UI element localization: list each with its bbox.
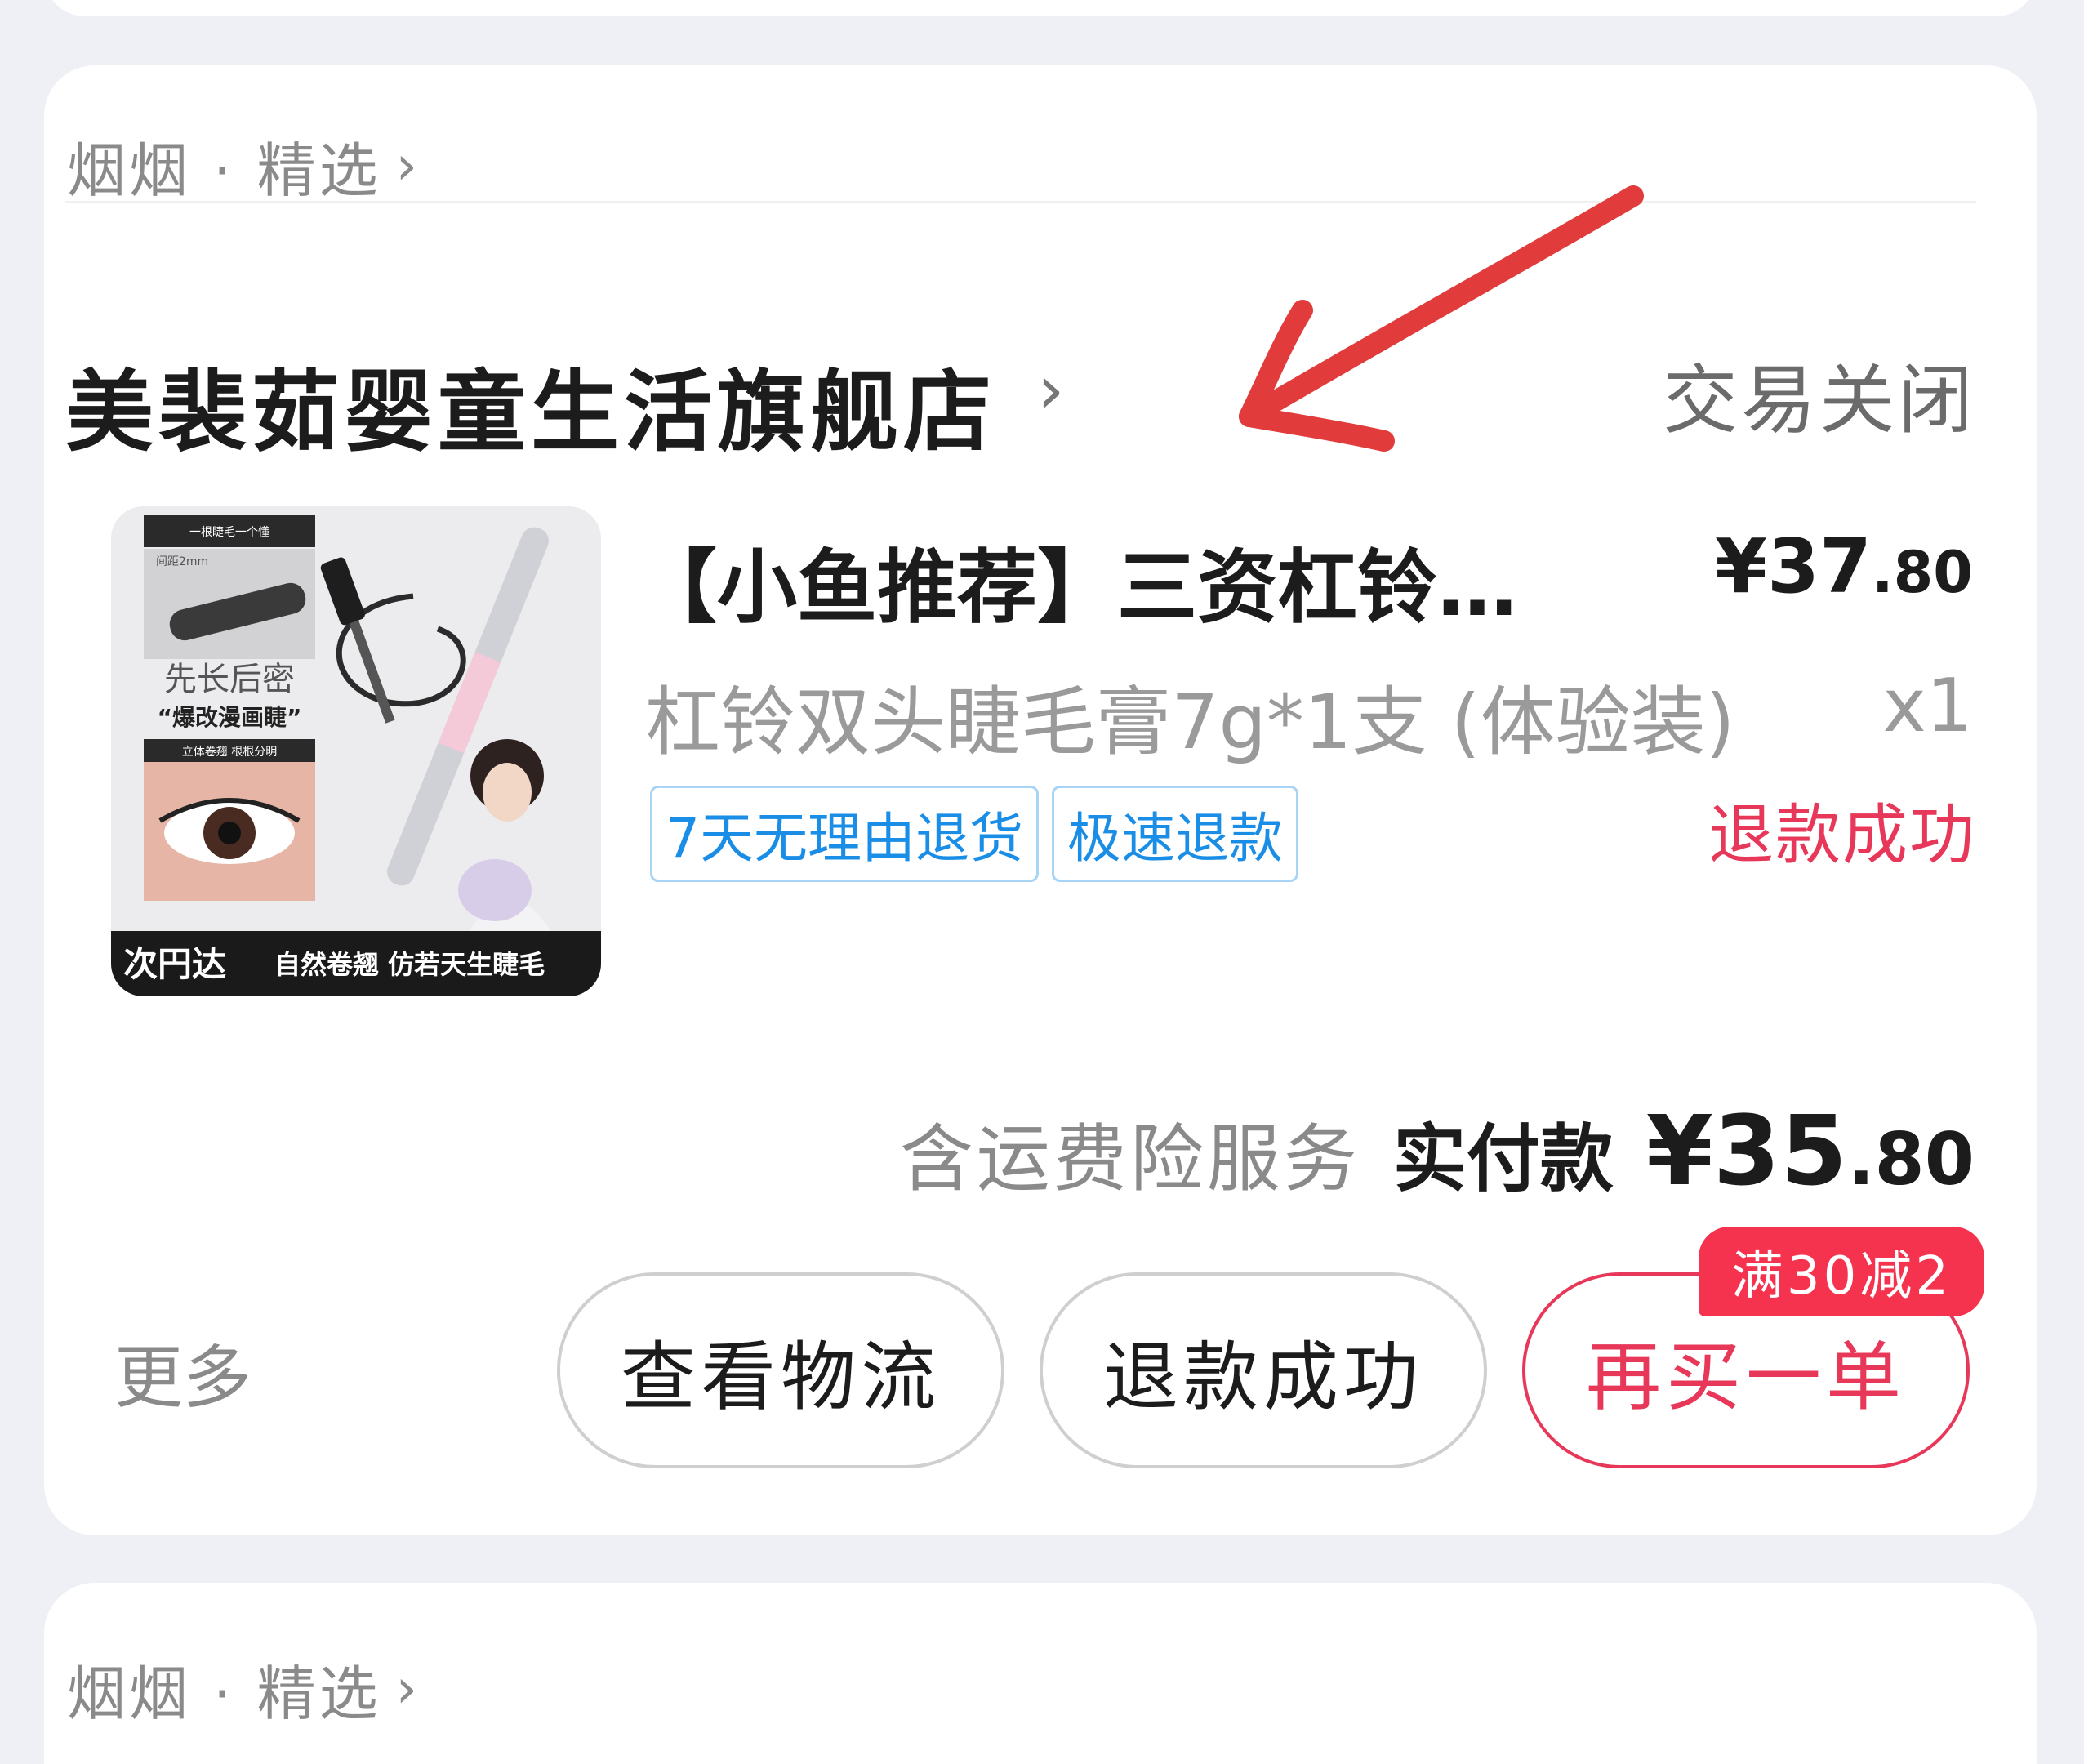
refund-status[interactable]: 退款成功 — [1708, 782, 1976, 877]
product-variant: 杠铃双头睫毛膏7g*1支 (体验装) — [645, 679, 1735, 766]
image-text-line3: 立体卷翘 根根分明 — [182, 746, 277, 759]
paid-cents: .80 — [1847, 1117, 1975, 1201]
promo-badge: 满30减2 — [1699, 1227, 1984, 1316]
red-arrow-annotation — [1239, 185, 1644, 452]
mascara-product-image: 一根睫毛一个懂 间距2mm 先长后密 “爆改漫画睫” 立体卷翘 根根分明 次円达 — [111, 506, 601, 996]
payment-summary: 含运费险服务 实付款 ¥35.80 — [900, 1094, 1975, 1207]
service-tags: 7天无理由退货 极速退款 — [650, 786, 1298, 882]
image-footer-text: 自然卷翘 仿若天生睫毛 — [274, 949, 545, 980]
shipping-insurance-label: 含运费险服务 — [899, 1116, 1360, 1202]
price-cents: .80 — [1871, 539, 1973, 606]
paid-amount: ¥35.80 — [1646, 1094, 1975, 1207]
image-spec-text: 间距2mm — [156, 555, 208, 568]
previous-order-card — [44, 0, 2037, 16]
image-brand-text: 次円达 — [123, 944, 226, 984]
product-thumbnail[interactable]: 一根睫毛一个懂 间距2mm 先长后密 “爆改漫画睫” 立体卷翘 根根分明 次円达 — [111, 506, 601, 996]
seller-name: 烟烟 · 精选 — [67, 136, 381, 205]
more-button[interactable]: 更多 — [114, 1323, 252, 1422]
seller-link[interactable]: 烟烟 · 精选 › — [67, 1646, 421, 1731]
product-title[interactable]: 【小鱼推荐】三资杠铃堂睫... — [637, 523, 1584, 639]
tag-7day-return: 7天无理由退货 — [650, 786, 1039, 882]
seller-name: 烟烟 · 精选 — [67, 1659, 381, 1728]
order-status: 交易关闭 — [1662, 357, 1976, 444]
paid-main: ¥35 — [1645, 1094, 1848, 1207]
price-main: ¥37 — [1714, 523, 1872, 610]
refund-success-button[interactable]: 退款成功 — [1040, 1272, 1487, 1468]
chevron-right-icon: › — [395, 134, 421, 197]
product-quantity: x1 — [1882, 663, 1973, 749]
product-price: ¥37.80 — [1715, 523, 1973, 610]
divider — [65, 201, 1976, 203]
chevron-right-icon: › — [395, 1657, 421, 1720]
image-text-line2: “爆改漫画睫” — [158, 704, 302, 731]
store-name[interactable]: 美裴茹婴童生活旗舰店 — [65, 341, 996, 469]
image-banner-text: 一根睫毛一个懂 — [189, 526, 269, 539]
view-logistics-button[interactable]: 查看物流 — [557, 1272, 1004, 1468]
seller-link[interactable]: 烟烟 · 精选 › — [67, 122, 421, 208]
image-text-line1: 先长后密 — [164, 661, 295, 698]
tag-fast-refund: 极速退款 — [1052, 786, 1298, 882]
chevron-right-icon[interactable]: › — [1037, 350, 1065, 430]
paid-label: 实付款 — [1392, 1116, 1614, 1202]
order-list-page: 烟烟 · 精选 › 美裴茹婴童生活旗舰店 › 交易关闭 一根睫毛一个懂 间距2m… — [0, 0, 2084, 1764]
